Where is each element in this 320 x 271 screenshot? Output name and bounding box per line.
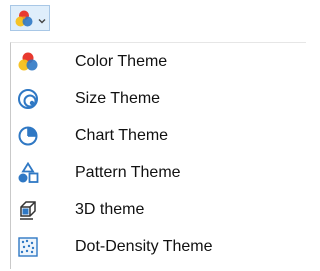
chart-theme-icon <box>17 125 39 147</box>
pattern-theme-icon <box>17 161 39 184</box>
theme-menu: Color Theme Size Theme Chart Theme Patte… <box>10 42 306 269</box>
menu-item-dot-density-theme[interactable]: Dot-Density Theme <box>11 229 306 265</box>
menu-item-label: 3D theme <box>75 201 145 218</box>
3d-theme-icon <box>17 199 39 221</box>
size-theme-icon <box>17 88 39 110</box>
menu-item-label: Pattern Theme <box>75 164 181 181</box>
menu-item-label: Dot-Density Theme <box>75 238 213 255</box>
menu-item-pattern-theme[interactable]: Pattern Theme <box>11 155 306 191</box>
menu-item-chart-theme[interactable]: Chart Theme <box>11 118 306 154</box>
menu-item-label: Color Theme <box>75 53 168 70</box>
menu-item-color-theme[interactable]: Color Theme <box>11 44 306 80</box>
color-theme-icon <box>14 9 34 29</box>
dot-density-theme-icon <box>17 236 39 258</box>
chevron-down-icon[interactable] <box>37 13 47 24</box>
color-theme-icon <box>17 51 39 73</box>
menu-item-3d-theme[interactable]: 3D theme <box>11 192 306 228</box>
menu-item-label: Chart Theme <box>75 127 169 144</box>
theme-dropdown-button[interactable] <box>10 5 50 31</box>
menu-item-size-theme[interactable]: Size Theme <box>11 81 306 117</box>
menu-item-label: Size Theme <box>75 90 161 107</box>
